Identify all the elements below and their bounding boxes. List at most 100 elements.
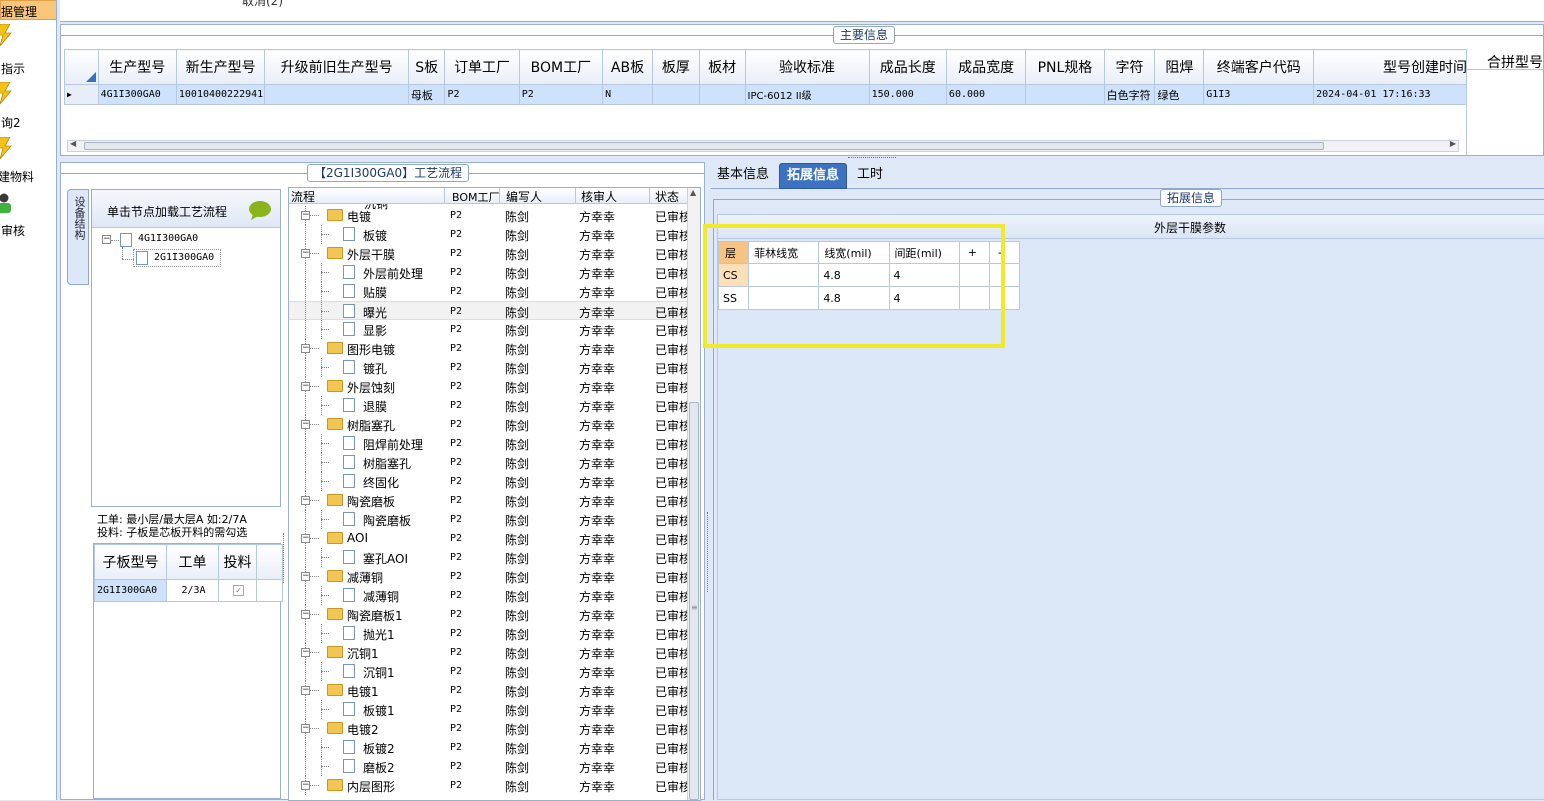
table-cell[interactable]: 母板 (407, 84, 446, 105)
tree-node-root[interactable]: 4G1I300GA0 (138, 233, 198, 244)
flow-row[interactable]: 贴膜 P2 陈剑 方幸幸 已审核 (289, 282, 689, 301)
flow-row[interactable]: 终固化 P2 陈剑 方幸幸 已审核 (289, 472, 689, 491)
collapse-icon[interactable]: − (301, 648, 310, 657)
flow-row[interactable]: − 电镀2 P2 陈剑 方幸幸 已审核 (289, 719, 689, 738)
column-header[interactable]: BOM工厂 (518, 49, 604, 85)
column-header[interactable]: 升级前旧生产型号 (264, 49, 409, 85)
table-cell[interactable]: 150.000 (868, 84, 947, 105)
flow-row[interactable]: 阻焊前处理 P2 陈剑 方幸幸 已审核 (289, 434, 689, 453)
investment-checkbox[interactable]: ✓ (218, 579, 257, 602)
column-header[interactable]: 工单 (166, 544, 219, 580)
nav-item-query2[interactable]: 询2 (0, 82, 56, 134)
collapse-icon[interactable]: − (301, 211, 310, 220)
flow-row[interactable]: 板镀2 P2 陈剑 方幸幸 已审核 (289, 738, 689, 757)
flow-row[interactable]: − 外层蚀刻 P2 陈剑 方幸幸 已审核 (289, 377, 689, 396)
column-header[interactable]: 终端客户代码 (1203, 49, 1315, 85)
column-header[interactable]: 状态 (655, 188, 679, 205)
collapse-icon[interactable]: − (102, 235, 111, 244)
column-header[interactable]: 板厚 (651, 49, 700, 85)
flow-row[interactable]: 镀孔 P2 陈剑 方幸幸 已审核 (289, 358, 689, 377)
column-header[interactable]: 成品长度 (868, 49, 947, 85)
collapse-icon[interactable]: − (301, 781, 310, 790)
column-header[interactable]: BOM工厂 (452, 189, 500, 205)
flow-row[interactable]: − 内层图形 P2 陈剑 方幸幸 已审核 (289, 776, 689, 795)
table-row[interactable]: 2G1I300GA0 2/3A ✓ (94, 579, 283, 602)
flow-row[interactable]: 陶瓷磨板 P2 陈剑 方幸幸 已审核 (289, 510, 689, 529)
collapse-icon[interactable]: − (301, 249, 310, 258)
nav-item-review[interactable]: 审核 (0, 192, 56, 244)
table-cell[interactable]: 2024-04-01 17:16:33 (1313, 84, 1466, 105)
column-header[interactable]: 订单工厂 (444, 49, 520, 85)
flow-row[interactable]: − 减薄铜 P2 陈剑 方幸幸 已审核 (289, 567, 689, 586)
flow-row[interactable]: − AOI P2 陈剑 方幸幸 已审核 (289, 529, 689, 548)
collapse-icon[interactable]: − (301, 724, 310, 733)
column-header[interactable]: AB板 (602, 49, 653, 85)
flow-row[interactable]: 减薄铜 P2 陈剑 方幸幸 已审核 (289, 586, 689, 605)
flow-row[interactable]: 曝光 P2 陈剑 方幸幸 已审核 (289, 301, 689, 321)
flow-row[interactable]: 沉铜1 P2 陈剑 方幸幸 已审核 (289, 662, 689, 681)
flow-row[interactable]: − 外层干膜 P2 陈剑 方幸幸 已审核 (289, 244, 689, 263)
table-cell[interactable]: 绿色 (1154, 84, 1205, 105)
column-header[interactable]: PNL规格 (1025, 49, 1105, 85)
collapse-icon[interactable]: − (301, 496, 310, 505)
scrollbar-thumb[interactable]: ≡ (689, 402, 699, 800)
flow-row[interactable]: − 电镀 P2 陈剑 方幸幸 已审核 (289, 206, 689, 225)
flow-row[interactable]: 磨板2 P2 陈剑 方幸幸 已审核 (289, 757, 689, 776)
collapse-icon[interactable]: − (301, 610, 310, 619)
tree-node-selected[interactable]: 2G1I300GA0 (133, 249, 221, 267)
table-cell[interactable]: 4G1I300GA0 (97, 84, 177, 105)
nav-item-create-material[interactable]: 建物料 (0, 137, 56, 189)
tab-work-hours[interactable]: 工时 (851, 163, 889, 189)
flow-row[interactable]: 板镀1 P2 陈剑 方幸幸 已审核 (289, 700, 689, 719)
splitter-grip[interactable] (848, 157, 896, 161)
table-cell[interactable] (1025, 84, 1105, 105)
collapse-icon[interactable]: − (301, 572, 310, 581)
column-header[interactable]: 流程 (291, 188, 315, 205)
vertical-splitter[interactable] (282, 513, 287, 603)
column-header[interactable]: 阻焊 (1154, 49, 1205, 85)
flow-row[interactable]: 板镀 P2 陈剑 方幸幸 已审核 (289, 225, 689, 244)
nav-item-active[interactable]: 据管理 (0, 0, 56, 20)
table-cell[interactable]: 白色字符 (1103, 84, 1156, 105)
flow-row[interactable]: 退膜 P2 陈剑 方幸幸 已审核 (289, 396, 689, 415)
column-header[interactable]: 生产型号 (97, 49, 177, 85)
column-header[interactable]: S板 (407, 49, 446, 85)
table-cell[interactable] (264, 84, 409, 105)
table-cell[interactable]: 2G1I300GA0 (94, 579, 167, 602)
flow-row[interactable]: 显影 P2 陈剑 方幸幸 已审核 (289, 320, 689, 339)
column-header[interactable]: 编写人 (506, 188, 542, 205)
collapse-icon[interactable]: − (301, 686, 310, 695)
table-cell[interactable]: P2 (444, 84, 520, 105)
flow-row[interactable]: − 陶瓷磨板 P2 陈剑 方幸幸 已审核 (289, 491, 689, 510)
table-cell[interactable] (651, 84, 700, 105)
flow-row[interactable]: − 沉铜1 P2 陈剑 方幸幸 已审核 (289, 643, 689, 662)
vertical-scrollbar[interactable]: ▲ ≡ (687, 188, 700, 800)
tab-extended-info[interactable]: 拓展信息 (779, 163, 847, 189)
column-header[interactable]: 板材 (698, 49, 746, 85)
flow-row[interactable]: − 树脂塞孔 P2 陈剑 方幸幸 已审核 (289, 415, 689, 434)
flow-row[interactable]: 外层前处理 P2 陈剑 方幸幸 已审核 (289, 263, 689, 282)
column-header[interactable]: 投料 (218, 544, 257, 580)
flow-row[interactable]: 塞孔AOI P2 陈剑 方幸幸 已审核 (289, 548, 689, 567)
table-cell[interactable]: 10010400222941 (175, 84, 266, 105)
column-header[interactable]: 型号创建时间 (1313, 49, 1466, 85)
flow-row[interactable]: 树脂塞孔 P2 陈剑 方幸幸 已审核 (289, 453, 689, 472)
column-header[interactable]: 字符 (1103, 49, 1156, 85)
tab-basic-info[interactable]: 基本信息 (711, 163, 775, 189)
table-cell[interactable]: IPC-6012 II级 (744, 84, 870, 105)
flow-row[interactable]: − 陶瓷磨板1 P2 陈剑 方幸幸 已审核 (289, 605, 689, 624)
collapse-icon[interactable]: − (301, 344, 310, 353)
column-header[interactable]: 成品宽度 (945, 49, 1027, 85)
collapse-icon[interactable]: − (301, 382, 310, 391)
chat-bubble-icon[interactable] (248, 200, 272, 220)
table-cell[interactable] (698, 84, 746, 105)
table-cell[interactable]: 2/3A (166, 579, 219, 602)
flow-row[interactable]: − 图形电镀 P2 陈剑 方幸幸 已审核 (289, 339, 689, 358)
flow-row[interactable]: 抛光1 P2 陈剑 方幸幸 已审核 (289, 624, 689, 643)
column-header[interactable]: 新生产型号 (175, 49, 266, 85)
nav-item-instructions[interactable]: 指示 (0, 24, 56, 76)
equipment-structure-tab[interactable]: 设备结构 (67, 189, 89, 285)
flow-row[interactable]: − 电镀1 P2 陈剑 方幸幸 已审核 (289, 681, 689, 700)
column-header[interactable]: 子板型号 (94, 544, 167, 580)
collapse-icon[interactable]: − (301, 534, 310, 543)
